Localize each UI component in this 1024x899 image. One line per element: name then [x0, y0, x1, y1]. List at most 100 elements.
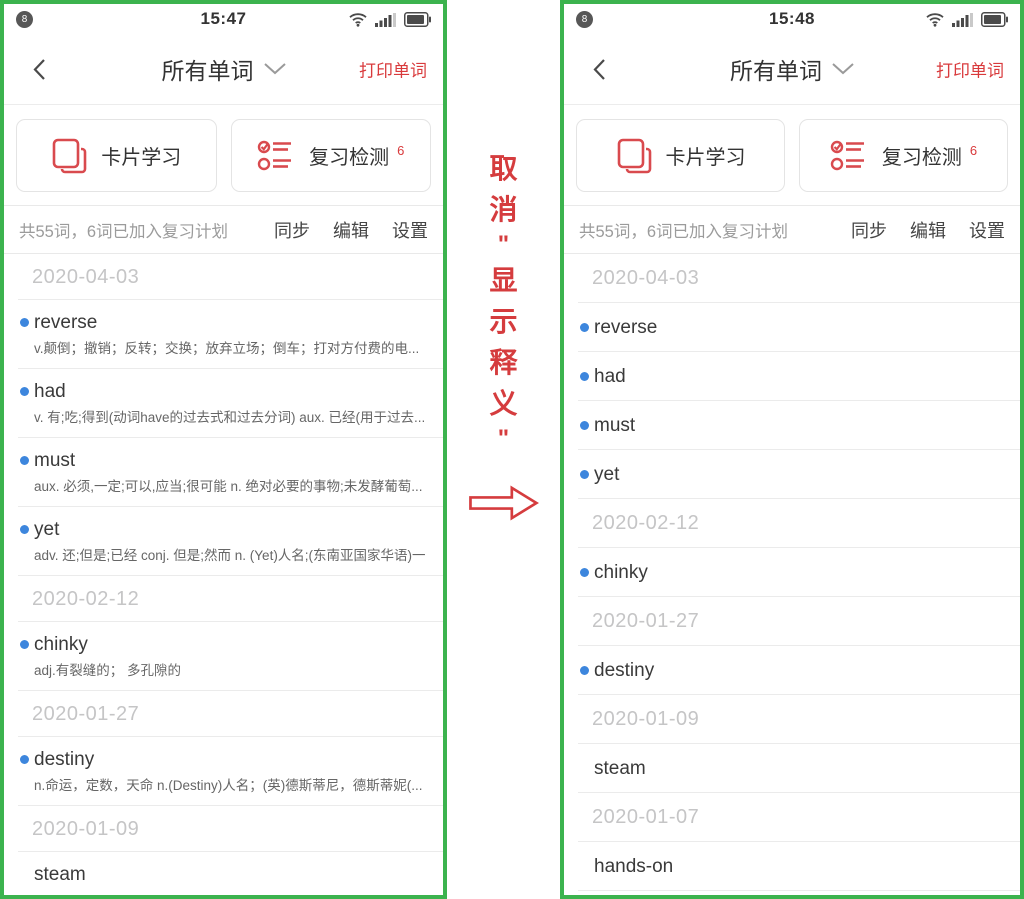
- word-label: steam: [34, 863, 86, 886]
- battery-icon: [404, 12, 431, 27]
- annotation-char: 消: [489, 189, 517, 230]
- word-label: yet: [594, 463, 619, 486]
- annotation-arrow-icon: [457, 484, 551, 522]
- print-words-button[interactable]: 打印单词: [936, 57, 1004, 82]
- word-definition: aux. 必须,一定;可以,应当;很可能 n. 绝对必要的事物;未发酵葡萄...: [34, 478, 429, 495]
- word-row[interactable]: chinkyadj.有裂缝的； 多孔隙的: [4, 622, 443, 691]
- action-buttons: 卡片学习 复习检测 6: [4, 105, 443, 205]
- word-row[interactable]: must aux. 必须,一定;可以,应当;很可能 n. 绝对必要的事物;未发酵葡…: [4, 438, 443, 507]
- word-row[interactable]: had: [564, 352, 1020, 401]
- badge-count: 8: [22, 14, 28, 25]
- word-definition: v. 有;吃;得到(动词have的过去式和过去分词) aux. 已经(用于过去.…: [34, 409, 429, 426]
- title-dropdown[interactable]: 所有单词: [730, 52, 854, 86]
- word-row[interactable]: reversev.颠倒；撤销；反转；交换；放弃立场；倒车；打对方付费的电...: [4, 300, 443, 369]
- review-test-label: 复习检测: [882, 141, 962, 170]
- word-row[interactable]: hands-on: [564, 842, 1020, 891]
- chevron-down-icon: [832, 63, 854, 75]
- date-row: 2020-01-27: [4, 691, 443, 737]
- annotation-column: 取消"显示释义": [447, 0, 560, 899]
- word-row[interactable]: steam: [564, 744, 1020, 793]
- word-row[interactable]: had v. 有;吃;得到(动词have的过去式和过去分词) aux. 已经(用于…: [4, 369, 443, 438]
- card-study-button[interactable]: 卡片学习: [576, 119, 785, 192]
- settings-button[interactable]: 设置: [969, 217, 1005, 243]
- date-label: 2020-01-27: [32, 703, 139, 726]
- date-label: 2020-01-07: [592, 806, 699, 829]
- annotation-char: 取: [489, 148, 517, 189]
- edit-button[interactable]: 编辑: [910, 217, 946, 243]
- notification-badge: 8: [16, 11, 33, 28]
- review-bullet-icon: [580, 421, 589, 430]
- edit-button[interactable]: 编辑: [333, 217, 369, 243]
- word-row[interactable]: yet: [564, 450, 1020, 499]
- date-label: 2020-04-03: [32, 266, 139, 289]
- screenshot-stage: 8 15:47 所有单词: [0, 0, 1024, 899]
- sync-button[interactable]: 同步: [274, 217, 310, 243]
- list-toolbar: 共55词，6词已加入复习计划 同步 编辑 设置: [4, 205, 443, 254]
- date-row: 2020-01-09: [564, 695, 1020, 744]
- status-time: 15:47: [201, 9, 247, 29]
- word-label: destiny: [34, 748, 94, 771]
- review-bullet-icon: [20, 640, 29, 649]
- annotation-char: 释: [489, 342, 517, 383]
- checklist-icon: [257, 139, 295, 173]
- notification-badge: 8: [576, 11, 593, 28]
- date-row: 2020-01-27: [564, 597, 1020, 646]
- date-label: 2020-01-27: [592, 610, 699, 633]
- back-button[interactable]: [586, 54, 612, 84]
- annotation-text: 取消"显示释义": [447, 148, 560, 454]
- word-definition: v.颠倒；撤销；反转；交换；放弃立场；倒车；打对方付费的电...: [34, 340, 429, 357]
- date-label: 2020-04-03: [592, 267, 699, 290]
- status-time: 15:48: [769, 9, 815, 29]
- review-bullet-icon: [580, 568, 589, 577]
- card-study-button[interactable]: 卡片学习: [16, 119, 217, 192]
- badge-count: 8: [582, 14, 588, 25]
- card-study-label: 卡片学习: [101, 141, 181, 170]
- print-words-button[interactable]: 打印单词: [359, 57, 427, 82]
- word-row[interactable]: destinyn.命运，定数，天命 n.(Destiny)人名；(英)德斯蒂尼，…: [4, 737, 443, 806]
- status-icons: [925, 12, 1008, 27]
- settings-button[interactable]: 设置: [392, 217, 428, 243]
- battery-icon: [981, 12, 1008, 27]
- review-count-badge: 6: [970, 143, 977, 158]
- word-label: must: [594, 414, 635, 437]
- phone-screenshot-after: 8 15:48 所有单词: [560, 0, 1024, 899]
- review-test-button[interactable]: 复习检测 6: [799, 119, 1008, 192]
- word-row[interactable]: steam: [4, 852, 443, 898]
- date-row: 2020-02-12: [4, 576, 443, 622]
- review-bullet-icon: [20, 318, 29, 327]
- date-row: 2020-02-12: [564, 499, 1020, 548]
- word-row[interactable]: destiny: [564, 646, 1020, 695]
- word-row[interactable]: must: [564, 401, 1020, 450]
- wifi-icon: [348, 12, 368, 27]
- word-label: must: [34, 449, 75, 472]
- word-label: steam: [594, 757, 646, 780]
- annotation-char: ": [498, 230, 509, 260]
- word-label: hands-on: [594, 855, 673, 878]
- word-row[interactable]: reverse: [564, 303, 1020, 352]
- date-row: 2020-04-03: [564, 254, 1020, 303]
- nav-header: 所有单词 打印单词: [564, 34, 1020, 105]
- date-row: 2020-01-09: [4, 806, 443, 852]
- word-label: chinky: [594, 561, 648, 584]
- cards-icon: [616, 137, 652, 175]
- title-dropdown[interactable]: 所有单词: [162, 52, 286, 86]
- review-bullet-icon: [20, 755, 29, 764]
- word-list: 2020-04-03 reversev.颠倒；撤销；反转；交换；放弃立场；倒车；打…: [4, 254, 443, 898]
- review-test-button[interactable]: 复习检测 6: [231, 119, 432, 192]
- wifi-icon: [925, 12, 945, 27]
- word-label: reverse: [594, 316, 657, 339]
- word-row[interactable]: yetadv. 还;但是;已经 conj. 但是;然而 n. (Yet)人名;(…: [4, 507, 443, 576]
- status-bar: 8 15:48: [564, 4, 1020, 34]
- back-button[interactable]: [26, 54, 52, 84]
- word-row[interactable]: chinky: [564, 548, 1020, 597]
- status-bar: 8 15:47: [4, 4, 443, 34]
- date-label: 2020-01-09: [32, 818, 139, 841]
- annotation-char: 显: [489, 260, 517, 301]
- word-label: had: [34, 380, 66, 403]
- word-definition: adj.有裂缝的； 多孔隙的: [34, 662, 429, 679]
- annotation-char: 义: [489, 383, 517, 424]
- word-count-summary: 共55词，6词已加入复习计划: [579, 218, 851, 242]
- word-label: yet: [34, 518, 59, 541]
- sync-button[interactable]: 同步: [851, 217, 887, 243]
- signal-icon: [952, 12, 974, 27]
